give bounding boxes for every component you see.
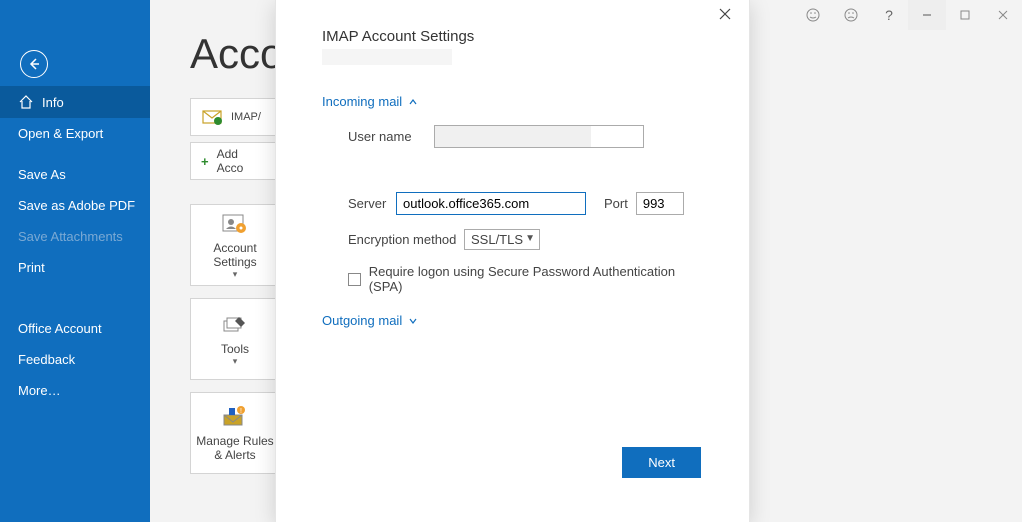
sidebar-item-save-adobe-pdf[interactable]: Save as Adobe PDF (0, 190, 150, 221)
chevron-down-icon (408, 316, 418, 326)
sad-face-icon[interactable] (832, 0, 870, 30)
encryption-label: Encryption method (348, 232, 464, 247)
tile-label: Manage Rules & Alerts (195, 434, 275, 462)
tile-label: Tools (221, 342, 249, 356)
account-selector[interactable]: IMAP/ (190, 98, 278, 136)
encryption-value: SSL/TLS (471, 232, 523, 247)
username-label: User name (348, 129, 434, 144)
sidebar-item-label: Info (42, 95, 64, 110)
sidebar-item-label: Office Account (18, 321, 102, 336)
tile-account-settings[interactable]: Account Settings ▾ (190, 204, 280, 286)
sidebar-item-label: Print (18, 260, 45, 275)
back-button[interactable] (0, 40, 150, 78)
dialog-close-button[interactable] (711, 4, 739, 24)
close-button[interactable] (984, 0, 1022, 30)
sidebar-item-label: Save Attachments (18, 229, 123, 244)
sidebar-item-label: Open & Export (18, 126, 103, 141)
svg-text:!: ! (240, 408, 242, 415)
sidebar-item-open-export[interactable]: Open & Export (0, 118, 150, 149)
account-settings-icon (221, 211, 249, 237)
server-input[interactable] (396, 192, 586, 215)
add-account-label: Add Acco (217, 147, 267, 175)
backstage-sidebar: Info Open & Export Save As Save as Adobe… (0, 0, 150, 522)
sidebar-item-office-account[interactable]: Office Account (0, 313, 150, 344)
sidebar-item-save-attachments: Save Attachments (0, 221, 150, 252)
tile-tools[interactable]: Tools ▾ (190, 298, 280, 380)
sidebar-item-label: More… (18, 383, 61, 398)
tile-label: Account Settings (195, 241, 275, 269)
outgoing-label: Outgoing mail (322, 313, 402, 328)
minimize-button[interactable] (908, 0, 946, 30)
chevron-down-icon: ▾ (233, 269, 238, 280)
username-input[interactable] (434, 125, 644, 148)
back-arrow-icon (20, 50, 48, 78)
port-input[interactable] (636, 192, 684, 215)
sidebar-item-print[interactable]: Print (0, 252, 150, 283)
port-label: Port (604, 196, 628, 211)
help-icon[interactable]: ? (870, 0, 908, 30)
sidebar-item-label: Save As (18, 167, 66, 182)
maximize-button[interactable] (946, 0, 984, 30)
account-type-label: IMAP/ (231, 111, 261, 123)
chevron-down-icon: ▼ (525, 233, 535, 244)
spa-checkbox[interactable] (348, 273, 361, 286)
imap-settings-dialog: IMAP Account Settings Incoming mail User… (275, 0, 750, 522)
chevron-up-icon (408, 97, 418, 107)
add-account-button[interactable]: + Add Acco (190, 142, 278, 180)
incoming-label: Incoming mail (322, 94, 402, 109)
dialog-email-redacted (322, 49, 452, 65)
sidebar-item-label: Save as Adobe PDF (18, 198, 135, 213)
chevron-down-icon: ▾ (233, 356, 238, 367)
home-icon (18, 94, 34, 110)
tile-manage-rules[interactable]: ! Manage Rules & Alerts (190, 392, 280, 474)
server-label: Server (348, 196, 396, 211)
next-button[interactable]: Next (622, 447, 701, 478)
happy-face-icon[interactable] (794, 0, 832, 30)
incoming-mail-section-toggle[interactable]: Incoming mail (322, 94, 418, 109)
mail-account-icon (201, 106, 223, 128)
window-controls: ? (794, 0, 1022, 30)
tools-icon (221, 312, 249, 338)
dialog-title: IMAP Account Settings (322, 28, 703, 45)
sidebar-item-save-as[interactable]: Save As (0, 159, 150, 190)
sidebar-item-label: Feedback (18, 352, 75, 367)
rules-alerts-icon: ! (221, 404, 249, 430)
sidebar-item-more[interactable]: More… (0, 375, 150, 406)
outgoing-mail-section-toggle[interactable]: Outgoing mail (322, 313, 418, 328)
sidebar-item-info[interactable]: Info (0, 86, 150, 118)
plus-icon: + (201, 154, 209, 169)
spa-label: Require logon using Secure Password Auth… (369, 264, 703, 294)
sidebar-item-feedback[interactable]: Feedback (0, 344, 150, 375)
